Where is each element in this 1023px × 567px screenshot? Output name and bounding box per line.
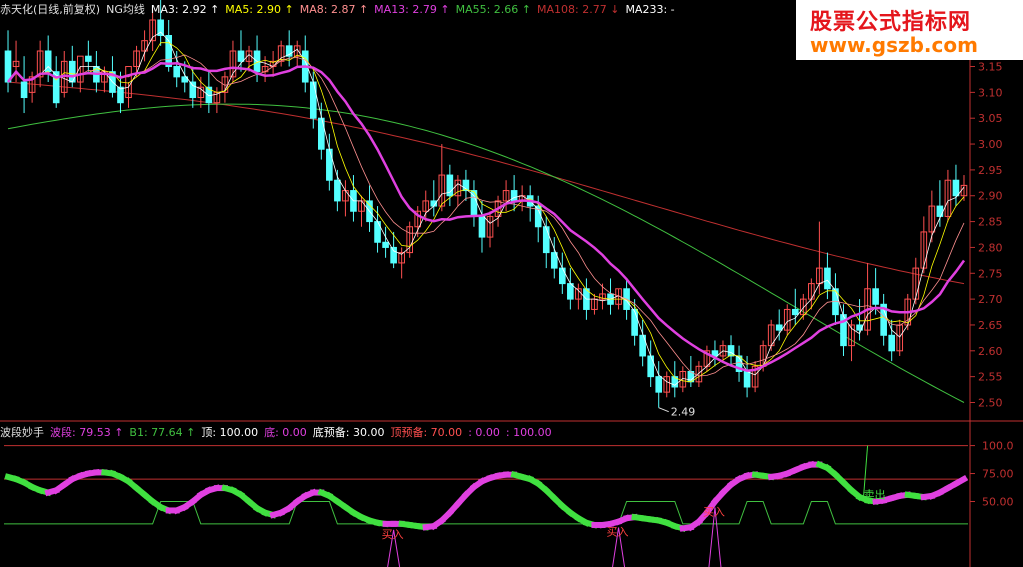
candle-body bbox=[952, 179, 960, 197]
sub-label-6: : 0.00 bbox=[468, 426, 500, 439]
candle-body bbox=[189, 81, 197, 99]
sub-label-0: 波段: 79.53 ↑ bbox=[50, 426, 124, 439]
ma-label-1: MA5: 2.90 ↑ bbox=[225, 3, 294, 16]
ma3-line bbox=[7, 31, 965, 386]
price-tick-label: 2.95 bbox=[978, 164, 1003, 177]
ma-label-6: MA233: - bbox=[625, 3, 675, 16]
candle-body bbox=[872, 288, 879, 305]
candle-body bbox=[647, 355, 654, 378]
sub-label-3: 底: 0.00 bbox=[264, 426, 307, 439]
price-tick-label: 3.10 bbox=[978, 86, 1003, 99]
sub-header: 波段妙手 波段: 79.53 ↑ B1: 77.64 ↑ 顶: 100.00 底: 0.… bbox=[0, 426, 564, 440]
candle-body bbox=[743, 370, 751, 388]
candle-body bbox=[711, 350, 719, 357]
price-tick-label: 2.65 bbox=[978, 319, 1003, 332]
candle-body bbox=[824, 267, 831, 290]
candle-body bbox=[542, 226, 550, 254]
ma55-line bbox=[7, 103, 965, 403]
ma-label-0: MA3: 2.92 ↑ bbox=[150, 3, 220, 16]
wave-segment bbox=[951, 475, 969, 488]
candle-body bbox=[173, 66, 181, 78]
sub-label-2: 顶: 100.00 bbox=[201, 426, 259, 439]
high-label: 3.28 bbox=[173, 0, 198, 1]
candle-body bbox=[4, 50, 12, 83]
candle-body bbox=[237, 50, 245, 62]
ma108-line bbox=[7, 81, 965, 285]
price-tick-label: 2.55 bbox=[978, 371, 1003, 384]
price-tick-label: 3.15 bbox=[978, 61, 1003, 74]
candle-body bbox=[309, 81, 317, 119]
stock-title: 赤天化(日线,前复权) bbox=[0, 3, 101, 16]
candle-body bbox=[655, 376, 663, 393]
price-tick-label: 2.50 bbox=[978, 396, 1003, 409]
sub-tick-label: 100.0 bbox=[982, 440, 1014, 453]
ma-label-5: MA108: 2.77 ↓ bbox=[537, 3, 620, 16]
candle-body bbox=[936, 205, 944, 217]
buy-label: 买入 bbox=[607, 526, 629, 539]
ma-label-2: MA8: 2.87 ↑ bbox=[299, 3, 369, 16]
ma-label-3: MA13: 2.79 ↑ bbox=[374, 3, 450, 16]
sell-label: 卖出 bbox=[864, 487, 886, 501]
buy-label: 买入 bbox=[382, 528, 404, 541]
buy-label: 买入 bbox=[703, 506, 725, 519]
candle-body bbox=[775, 324, 783, 331]
sub-label-7: : 100.00 bbox=[505, 426, 552, 439]
candle-body bbox=[117, 86, 124, 104]
candle-body bbox=[326, 148, 333, 181]
ma-label-4: MA55: 2.66 ↑ bbox=[455, 3, 532, 16]
low-label: 2.49 bbox=[671, 406, 696, 419]
watermark-line1: 股票公式指标网 bbox=[810, 10, 972, 35]
main-header: 赤天化(日线,前复权) NG均线 MA3: 2.92 ↑ MA5: 2.90 ↑ MA8… bbox=[0, 3, 687, 17]
price-tick-label: 2.85 bbox=[978, 216, 1003, 229]
candle-body bbox=[382, 241, 389, 248]
price-tick-label: 2.75 bbox=[978, 267, 1003, 280]
candle-body bbox=[550, 252, 558, 269]
candle-body bbox=[631, 308, 638, 336]
candle-body bbox=[20, 81, 28, 99]
indicator-name: NG均线 bbox=[106, 3, 145, 16]
candle-body bbox=[791, 308, 799, 316]
watermark-logo: 股票公式指标网 www.gszb.com bbox=[796, 0, 1023, 60]
candle-body bbox=[390, 246, 397, 264]
candle-body bbox=[334, 179, 341, 202]
low-pointer bbox=[658, 407, 669, 413]
price-tick-label: 2.90 bbox=[978, 190, 1003, 203]
sub-tick-label: 50.00 bbox=[982, 496, 1014, 509]
candle-body bbox=[559, 267, 566, 285]
price-tick-label: 3.05 bbox=[978, 112, 1003, 125]
price-tick-label: 2.80 bbox=[978, 241, 1003, 254]
sub-tick-label: 75.00 bbox=[982, 468, 1014, 481]
ma13-line bbox=[7, 62, 966, 372]
price-tick-label: 3.00 bbox=[978, 138, 1003, 151]
candle-body bbox=[478, 215, 486, 238]
candle-body bbox=[85, 55, 92, 62]
candle-body bbox=[510, 190, 518, 202]
candle-body bbox=[567, 283, 574, 300]
price-tick-label: 2.60 bbox=[978, 345, 1003, 358]
sub-label-5: 顶预备: 70.00 bbox=[390, 426, 463, 439]
sub-label-1: B1: 77.64 ↑ bbox=[129, 426, 196, 439]
candle-body bbox=[888, 334, 895, 352]
watermark-line2: www.gszb.com bbox=[810, 33, 978, 57]
chart-canvas: 3.203.153.103.053.002.952.902.852.802.75… bbox=[0, 0, 1023, 567]
sub-label-4: 底预备: 30.00 bbox=[312, 426, 385, 439]
price-tick-label: 2.70 bbox=[978, 293, 1003, 306]
sub-indicator-title: 波段妙手 bbox=[0, 426, 44, 439]
bottom-ready-line bbox=[4, 501, 968, 525]
candle-body bbox=[727, 345, 735, 357]
